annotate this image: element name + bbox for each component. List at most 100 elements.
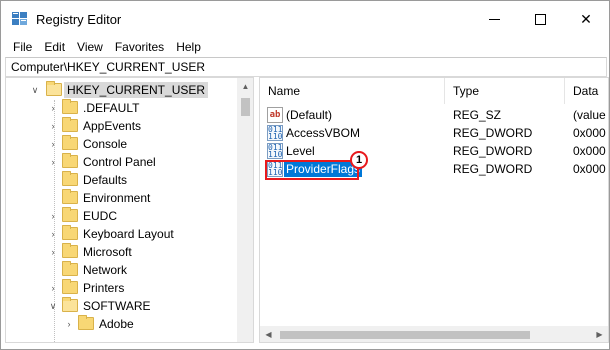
chevron-right-icon: ›: [51, 103, 55, 113]
tree-item-label: HKEY_CURRENT_USER: [64, 82, 209, 98]
tree-item-label: AppEvents: [83, 119, 142, 133]
value-name: Level: [286, 144, 315, 158]
tree-item-label: Adobe: [99, 317, 134, 331]
chevron-right-icon: ›: [51, 211, 55, 221]
tree-item-label: Printers: [83, 281, 125, 295]
chevron-right-icon: ›: [51, 229, 55, 239]
tree-item-label: Environment: [83, 191, 151, 205]
tree-item-appevents[interactable]: › AppEvents: [6, 117, 236, 135]
tree-item-label: Network: [83, 263, 128, 277]
column-header-data[interactable]: Data: [565, 78, 608, 104]
value-type: REG_SZ: [453, 108, 502, 122]
value-data: 0x000: [573, 144, 606, 158]
chevron-right-icon: ›: [51, 247, 55, 257]
tree-item-label: Console: [83, 137, 128, 151]
registry-editor-icon: [12, 12, 27, 25]
value-name: AccessVBOM: [286, 126, 361, 140]
tree-item-network[interactable]: Network: [6, 261, 236, 279]
value-data: 0x000: [573, 162, 606, 176]
folder-icon: [62, 171, 78, 186]
step-number-badge: 1: [350, 151, 368, 169]
column-header-type[interactable]: Type: [445, 78, 565, 104]
value-name: (Default): [286, 108, 333, 122]
scroll-right-icon[interactable]: ▶: [591, 326, 608, 342]
tree-item-microsoft[interactable]: › Microsoft: [6, 243, 236, 261]
folder-open-icon: [62, 297, 78, 312]
folder-icon: [62, 153, 78, 168]
tree-item-label: Defaults: [83, 173, 128, 187]
title-bar: Registry Editor ✕: [1, 1, 609, 37]
key-tree: ∨ HKEY_CURRENT_USER › .DEFAULT › AppEven…: [5, 77, 254, 343]
folder-open-icon: [46, 81, 62, 96]
scrollbar-thumb[interactable]: [241, 98, 250, 116]
value-data: (value: [573, 108, 606, 122]
scroll-left-icon[interactable]: ◀: [260, 326, 277, 342]
chevron-right-icon: ›: [51, 157, 55, 167]
registry-editor-window: Registry Editor ✕ File Edit View Favorit…: [0, 0, 610, 350]
value-row-default[interactable]: ab (Default) REG_SZ (value: [260, 106, 608, 124]
close-button[interactable]: ✕: [563, 1, 609, 37]
tree-item-label: Keyboard Layout: [83, 227, 174, 241]
column-header-name[interactable]: Name: [260, 78, 445, 104]
tree-item-adobe[interactable]: › Adobe: [6, 315, 236, 333]
string-value-icon: ab: [267, 107, 283, 123]
tree-item-keyboard-layout[interactable]: › Keyboard Layout: [6, 225, 236, 243]
menu-view[interactable]: View: [71, 37, 109, 57]
folder-icon: [62, 99, 78, 114]
folder-icon: [62, 189, 78, 204]
address-bar[interactable]: Computer\HKEY_CURRENT_USER: [5, 57, 607, 77]
tree-vertical-scrollbar[interactable]: ▲: [237, 78, 253, 342]
folder-icon: [62, 225, 78, 240]
tree-item-control-panel[interactable]: › Control Panel: [6, 153, 236, 171]
menu-edit[interactable]: Edit: [38, 37, 71, 57]
chevron-right-icon: ›: [51, 139, 55, 149]
scroll-up-icon[interactable]: ▲: [237, 78, 253, 95]
window-title: Registry Editor: [36, 12, 122, 27]
values-horizontal-scrollbar[interactable]: ◀ ▶: [260, 326, 608, 342]
tree-item-label: Microsoft: [83, 245, 132, 259]
minimize-icon: [488, 18, 500, 20]
chevron-right-icon: ›: [51, 121, 55, 131]
menu-favorites[interactable]: Favorites: [109, 37, 170, 57]
minimize-button[interactable]: [471, 1, 517, 37]
dword-value-icon: 011 110: [267, 143, 283, 159]
tree-item-environment[interactable]: Environment: [6, 189, 236, 207]
chevron-down-icon: ∨: [31, 85, 39, 95]
menu-file[interactable]: File: [7, 37, 38, 57]
value-type: REG_DWORD: [453, 144, 533, 158]
tree-item-defaults[interactable]: Defaults: [6, 171, 236, 189]
tree-item-default[interactable]: › .DEFAULT: [6, 99, 236, 117]
menu-bar: File Edit View Favorites Help: [1, 37, 609, 57]
maximize-button[interactable]: [517, 1, 563, 37]
folder-icon: [62, 117, 78, 132]
chevron-right-icon: ›: [67, 319, 71, 329]
menu-help[interactable]: Help: [170, 37, 207, 57]
folder-icon: [62, 135, 78, 150]
close-icon: ✕: [580, 10, 592, 27]
value-row-accessvbom[interactable]: 011 110 AccessVBOM REG_DWORD 0x000: [260, 124, 608, 142]
tree-item-software[interactable]: ∨ SOFTWARE: [6, 297, 236, 315]
folder-icon: [62, 207, 78, 222]
folder-icon: [62, 261, 78, 276]
chevron-right-icon: ›: [51, 283, 55, 293]
tree-item-printers[interactable]: › Printers: [6, 279, 236, 297]
tree-item-hkey-current-user[interactable]: ∨ HKEY_CURRENT_USER: [6, 81, 236, 99]
folder-icon: [62, 279, 78, 294]
value-data: 0x000: [573, 126, 606, 140]
value-type: REG_DWORD: [453, 162, 533, 176]
folder-icon: [78, 315, 94, 330]
tree-item-label: Control Panel: [83, 155, 156, 169]
annotation-highlight-box: [265, 160, 359, 180]
tree-item-console[interactable]: › Console: [6, 135, 236, 153]
chevron-down-icon: ∨: [49, 301, 57, 311]
tree-item-label: .DEFAULT: [83, 101, 140, 115]
scrollbar-thumb[interactable]: [280, 331, 530, 339]
tree-item-label: SOFTWARE: [83, 299, 151, 313]
value-type: REG_DWORD: [453, 126, 533, 140]
maximize-icon: [534, 13, 546, 25]
folder-icon: [62, 243, 78, 258]
tree-item-eudc[interactable]: › EUDC: [6, 207, 236, 225]
value-row-level[interactable]: 011 110 Level REG_DWORD 0x000: [260, 142, 608, 160]
values-list: Name Type Data ab (Default) REG_SZ (valu…: [259, 77, 609, 343]
tree-item-label: EUDC: [83, 209, 118, 223]
